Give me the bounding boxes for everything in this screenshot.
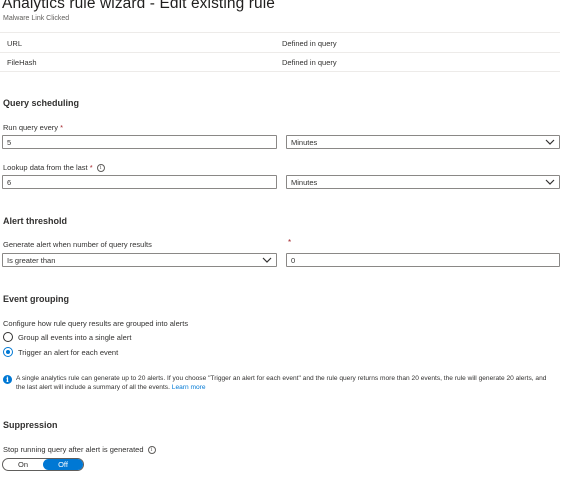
event-grouping-label: Configure how rule query results are gro… [3, 319, 189, 328]
lookup-data-input[interactable]: 6 [2, 175, 277, 189]
info-icon: i [3, 375, 12, 384]
event-grouping-heading: Event grouping [3, 294, 69, 304]
toggle-on-option[interactable]: On [3, 459, 43, 470]
run-query-every-input[interactable]: 5 [2, 135, 277, 149]
required-mark: * [288, 238, 292, 247]
group-all-events-radio[interactable] [3, 332, 13, 342]
suppression-toggle[interactable]: On Off [2, 458, 84, 471]
alert-limit-note: A single analytics rule can generate up … [16, 375, 547, 391]
trigger-each-event-radio[interactable] [3, 347, 13, 357]
radio-label[interactable]: Group all events into a single alert [18, 333, 131, 342]
entity-row-name: URL [7, 39, 23, 48]
info-icon[interactable]: i [147, 446, 156, 455]
row-divider [0, 32, 560, 33]
lookup-data-label: Lookup data from the last * i [3, 163, 105, 173]
lookup-unit-select[interactable]: Minutes [286, 175, 560, 189]
learn-more-link[interactable]: Learn more [172, 384, 206, 391]
run-query-every-label: Run query every * [3, 123, 64, 132]
radio-label[interactable]: Trigger an alert for each event [18, 348, 118, 357]
page-title: Analytics rule wizard - Edit existing ru… [2, 0, 275, 12]
entity-row-value: Defined in query [282, 39, 337, 48]
threshold-value-input[interactable]: 0 [286, 253, 560, 267]
row-divider [0, 52, 560, 53]
entity-row-name: FileHash [7, 58, 37, 67]
suppression-label: Stop running query after alert is genera… [3, 445, 156, 455]
threshold-operator-select[interactable]: Is greater than [2, 253, 277, 267]
row-divider [0, 71, 560, 72]
required-mark: * [60, 123, 64, 132]
query-scheduling-heading: Query scheduling [3, 98, 80, 108]
info-icon[interactable]: i [96, 164, 105, 173]
alert-threshold-heading: Alert threshold [3, 216, 68, 226]
rule-name-subtitle: Malware Link Clicked [3, 15, 70, 22]
alert-threshold-label: Generate alert when number of query resu… [3, 240, 152, 249]
required-mark: * [89, 163, 93, 172]
chevron-down-icon [262, 257, 272, 263]
run-query-unit-select[interactable]: Minutes [286, 135, 560, 149]
chevron-down-icon [545, 139, 555, 145]
suppression-heading: Suppression [3, 420, 58, 430]
entity-row-value: Defined in query [282, 58, 337, 67]
chevron-down-icon [545, 179, 555, 185]
toggle-off-option[interactable]: Off [43, 459, 83, 470]
